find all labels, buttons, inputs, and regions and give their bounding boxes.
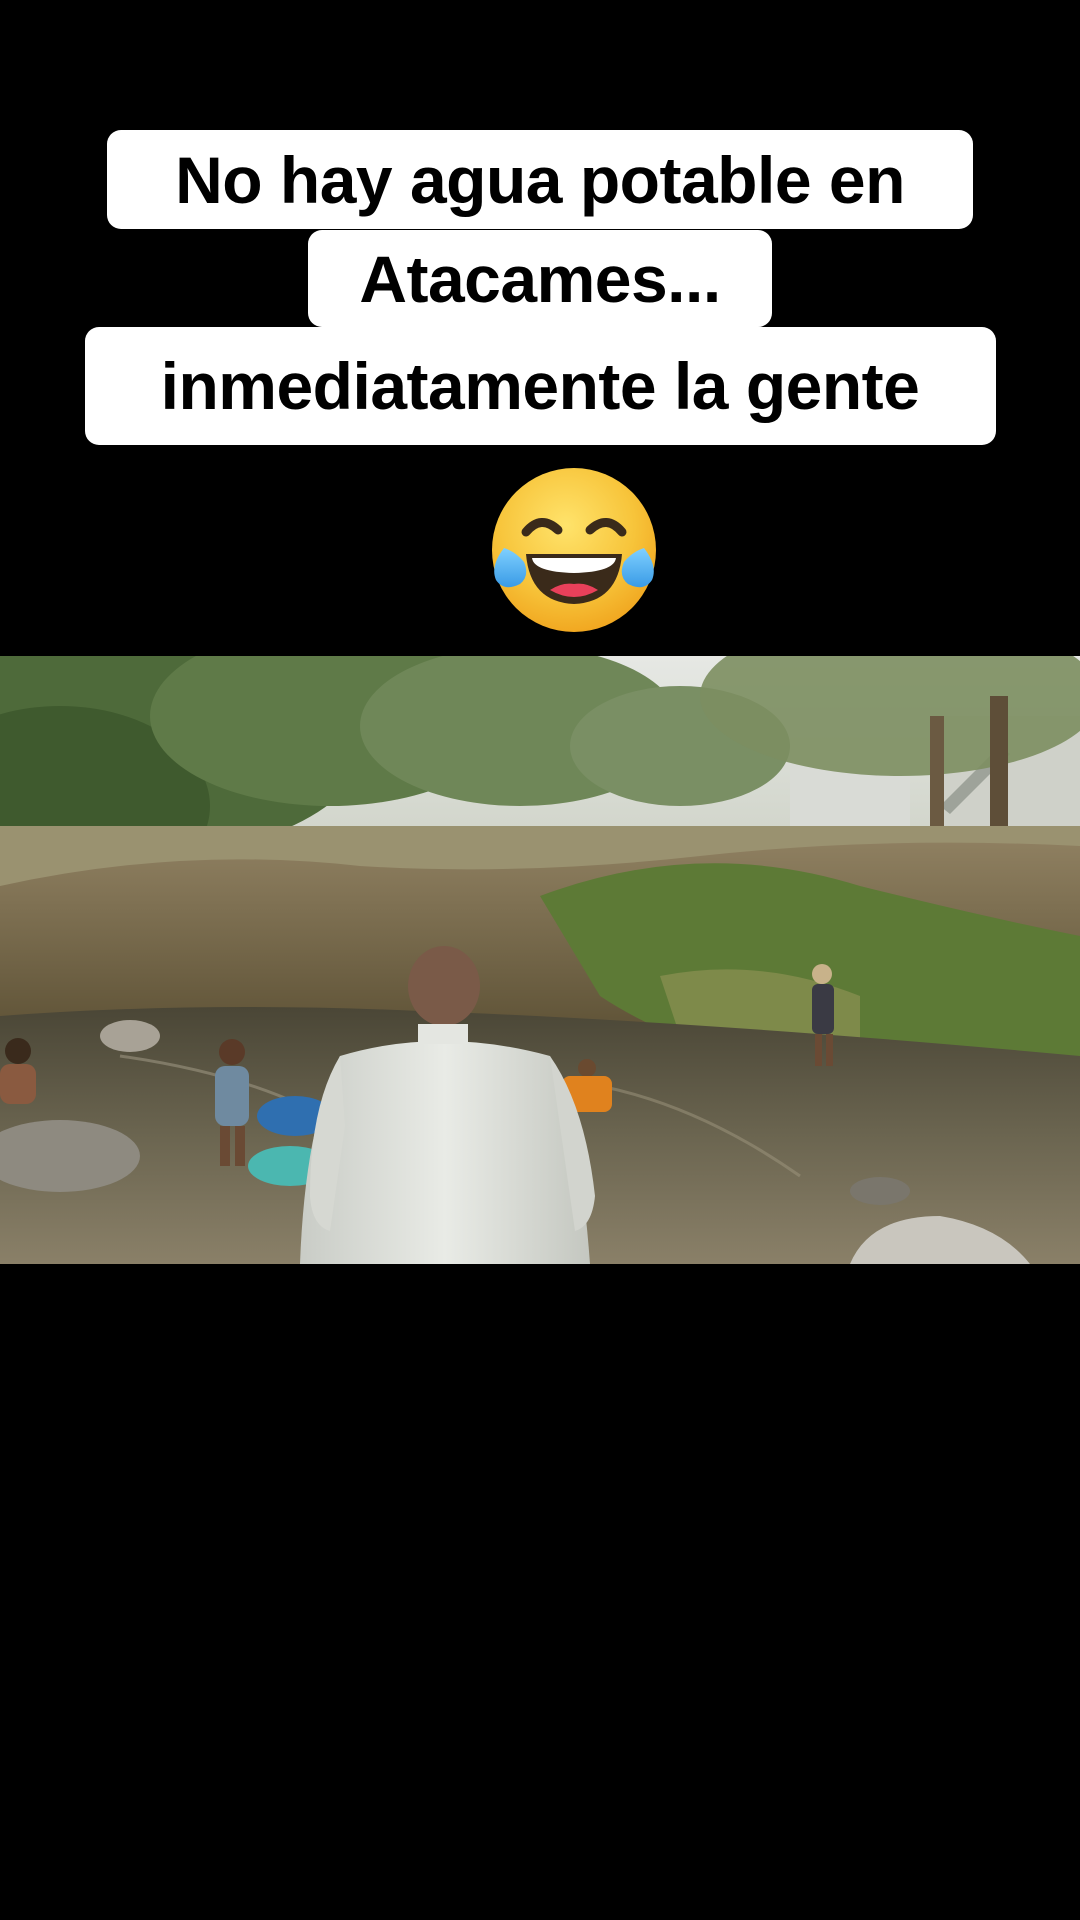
- caption-line-1-wrapper: No hay agua potable en: [0, 130, 1080, 229]
- caption-line-1: No hay agua potable en: [107, 130, 973, 229]
- face-with-tears-of-joy-icon: [486, 462, 662, 638]
- caption-line-2-wrapper: Atacames...: [0, 230, 1080, 327]
- river-scene-image[interactable]: [0, 656, 1080, 1264]
- caption-line-3: inmediatamente la gente: [84, 327, 996, 445]
- caption-line-2: Atacames...: [308, 230, 772, 327]
- video-post-screen: No hay agua potable en Atacames... inmed…: [0, 0, 1080, 1920]
- caption-line-3-wrapper: inmediatamente la gente: [0, 327, 1080, 445]
